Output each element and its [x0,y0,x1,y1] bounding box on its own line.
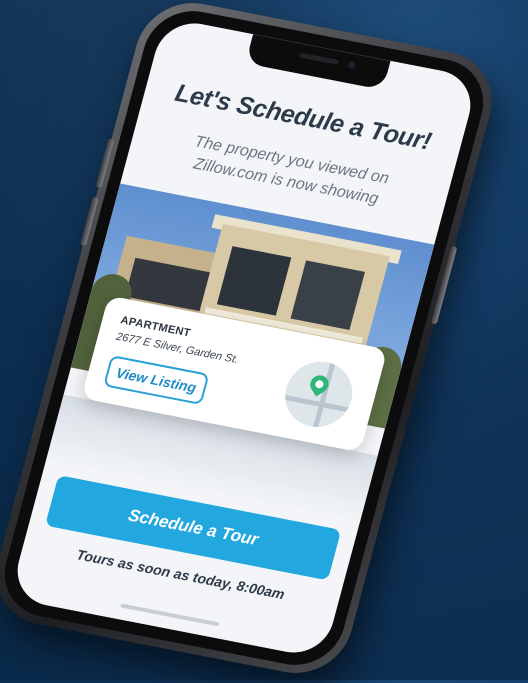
pin-center [313,378,325,390]
map-road [283,394,350,413]
speaker-grille [298,52,340,65]
camera-icon [347,60,357,70]
view-listing-button[interactable]: View Listing [103,355,210,406]
map-thumbnail[interactable] [277,356,360,433]
